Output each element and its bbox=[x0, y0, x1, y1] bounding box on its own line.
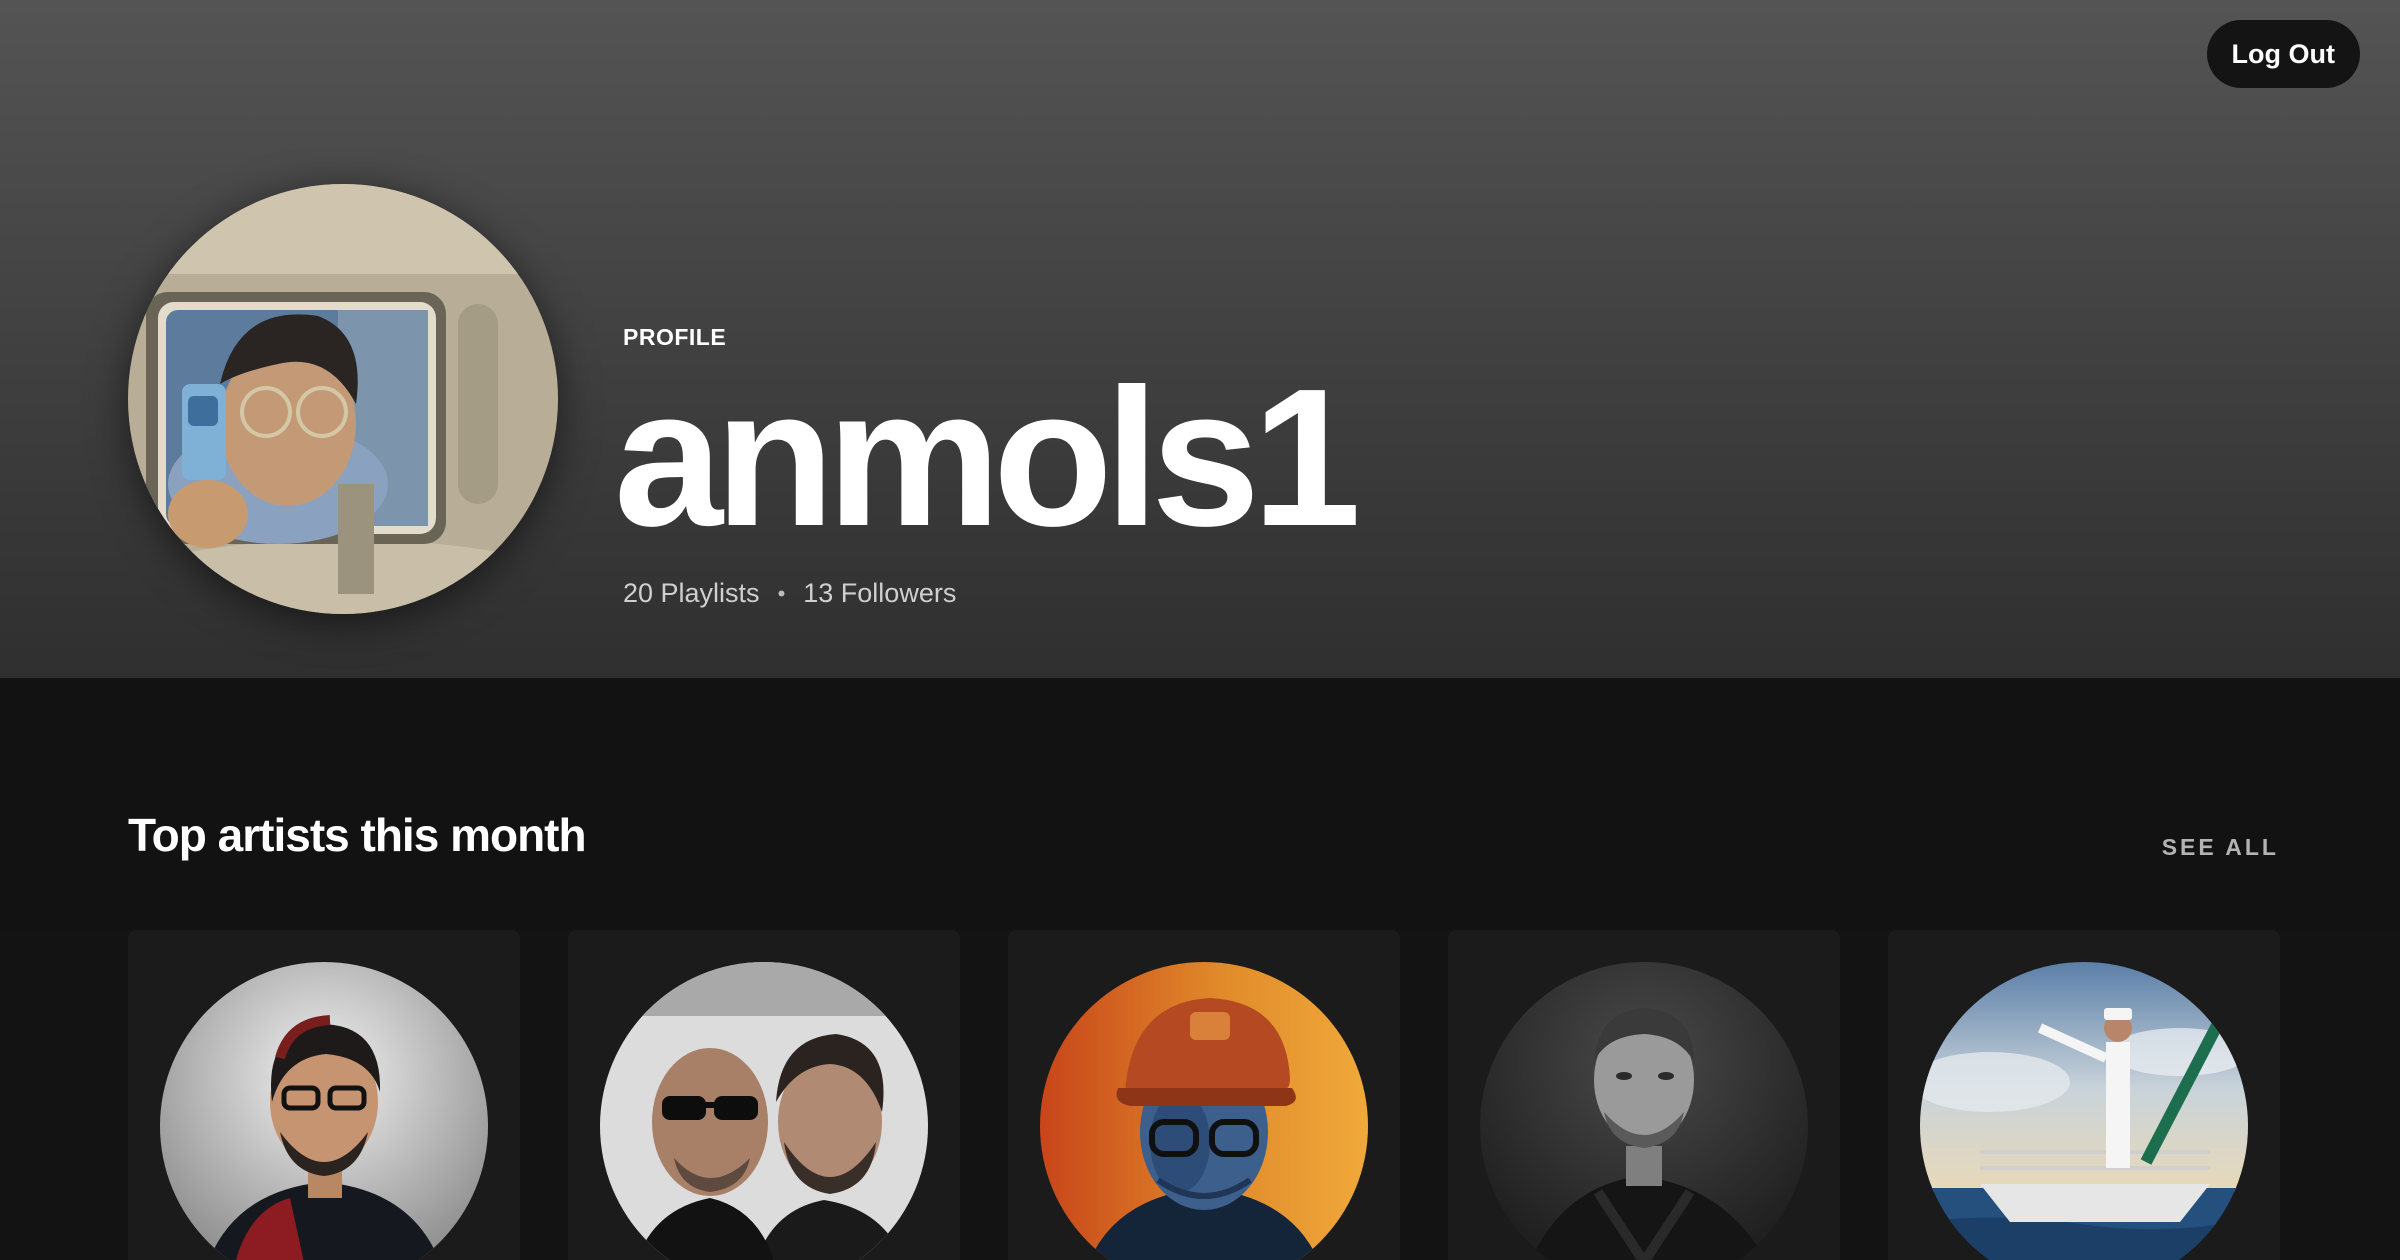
profile-username: anmols1 bbox=[614, 348, 1361, 567]
artist-photo bbox=[1920, 962, 2248, 1260]
profile-stats: 20 Playlists • 13 Followers bbox=[623, 578, 956, 609]
artist-image bbox=[600, 962, 928, 1260]
artist-card[interactable] bbox=[1888, 930, 2280, 1260]
artist-photo bbox=[600, 962, 928, 1260]
artist-card[interactable] bbox=[568, 930, 960, 1260]
stats-separator: • bbox=[777, 580, 786, 606]
profile-page: Log Out PROFILE anmols1 20 Playlists • 1… bbox=[0, 0, 2400, 1260]
artist-card[interactable] bbox=[1448, 930, 1840, 1260]
artist-photo bbox=[1480, 962, 1808, 1260]
log-out-button[interactable]: Log Out bbox=[2206, 20, 2360, 88]
artist-image bbox=[1040, 962, 1368, 1260]
see-all-link[interactable]: SEE ALL bbox=[2162, 834, 2279, 861]
artist-image bbox=[1480, 962, 1808, 1260]
profile-header: Log Out PROFILE anmols1 20 Playlists • 1… bbox=[0, 0, 2400, 678]
artist-card[interactable] bbox=[128, 930, 520, 1260]
artist-photo bbox=[1040, 962, 1368, 1260]
profile-type-label: PROFILE bbox=[623, 324, 727, 350]
playlists-count-link[interactable]: 20 Playlists bbox=[623, 578, 760, 609]
artist-photo bbox=[160, 962, 488, 1260]
artist-card[interactable] bbox=[1008, 930, 1400, 1260]
followers-count-link[interactable]: 13 Followers bbox=[803, 578, 956, 609]
avatar-photo bbox=[128, 184, 558, 614]
top-artists-section-title[interactable]: Top artists this month bbox=[128, 808, 587, 862]
avatar[interactable] bbox=[128, 184, 558, 614]
artist-image bbox=[160, 962, 488, 1260]
artist-image bbox=[1920, 962, 2248, 1260]
